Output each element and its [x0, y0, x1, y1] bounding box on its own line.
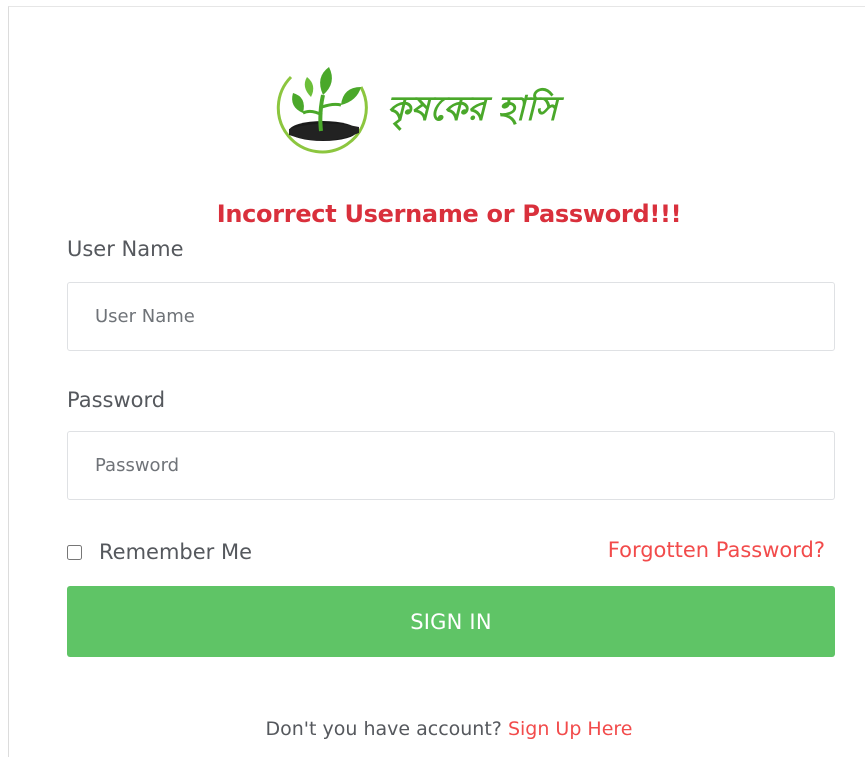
signup-prompt-text: Don't you have account?	[265, 718, 502, 740]
username-input[interactable]	[67, 282, 835, 351]
signup-prompt: Don't you have account? Sign Up Here	[9, 718, 865, 740]
username-label: User Name	[67, 237, 184, 261]
forgot-password-link[interactable]: Forgotten Password?	[608, 538, 825, 562]
brand-name: কৃষকের হাসি	[387, 89, 558, 129]
remember-me: Remember Me	[67, 540, 252, 564]
plant-logo-icon	[276, 67, 368, 154]
remember-me-checkbox[interactable]	[67, 544, 82, 560]
login-card: কৃষকের হাসি Incorrect Username or Passwo…	[8, 6, 865, 757]
sign-in-button[interactable]: SIGN IN	[67, 586, 835, 657]
error-message: Incorrect Username or Password!!!	[216, 200, 682, 228]
remember-me-label[interactable]: Remember Me	[99, 540, 252, 564]
sign-up-link[interactable]: Sign Up Here	[508, 718, 633, 740]
password-input[interactable]	[67, 431, 835, 500]
password-label: Password	[67, 388, 166, 412]
brand-logo: কৃষকের হাসি	[271, 57, 611, 157]
